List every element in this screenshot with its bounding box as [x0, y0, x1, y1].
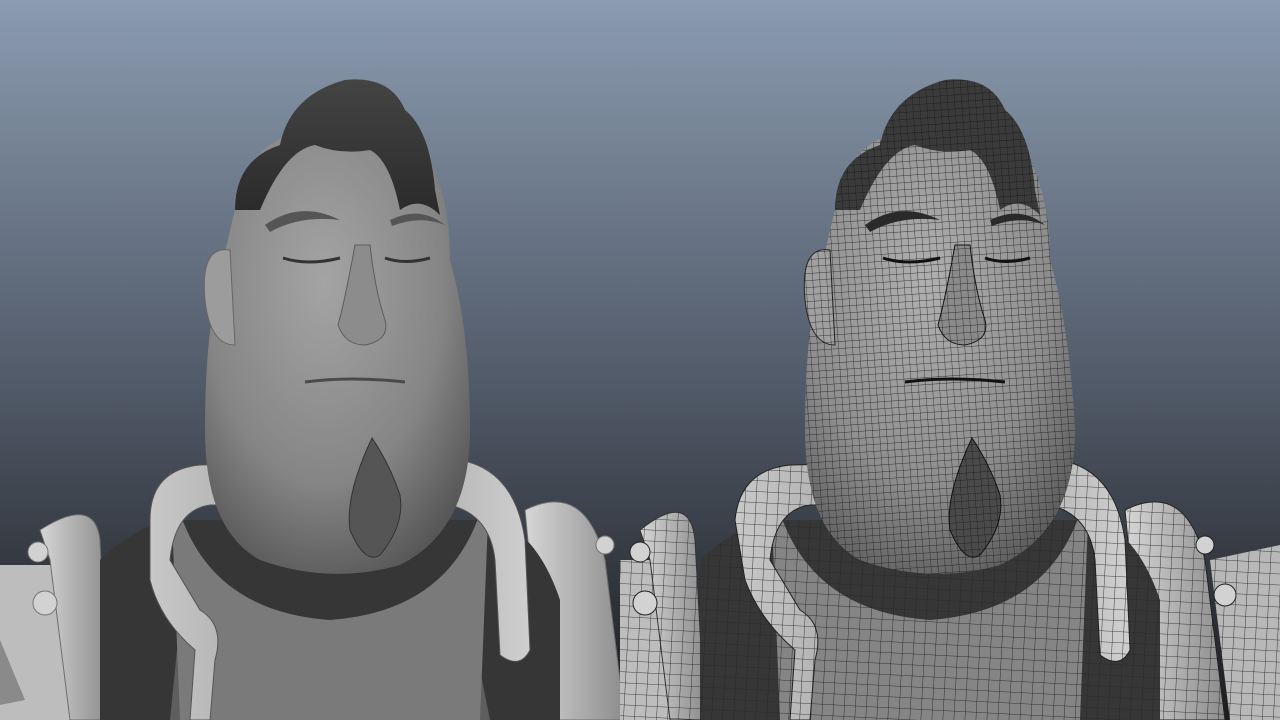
3d-viewport[interactable]: [0, 0, 1280, 720]
viewport-canvas[interactable]: [0, 0, 1280, 720]
